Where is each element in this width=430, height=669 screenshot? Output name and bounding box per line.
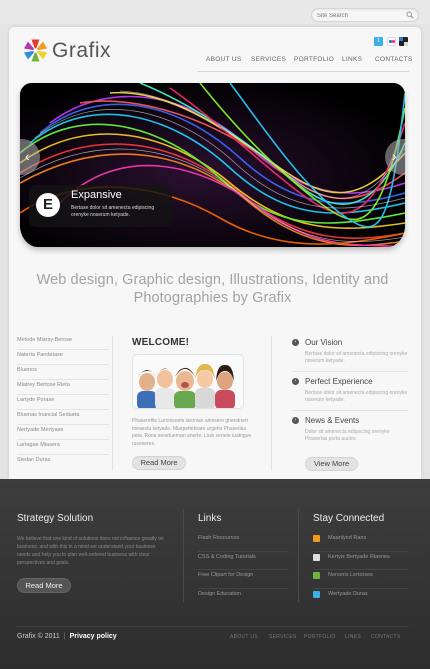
page-icon — [313, 553, 320, 561]
footer-links-list: Flash Resources CSS & Coding Tutorials F… — [198, 533, 288, 607]
feature-title[interactable]: News & Events — [305, 416, 359, 425]
caption-text: Bertase dolor sit amenecta edipiscing or… — [71, 205, 155, 218]
social-link-rss[interactable]: Maanlyed Rans — [313, 533, 408, 552]
footer-link[interactable]: Design Education — [198, 589, 288, 608]
delicious-icon[interactable] — [399, 37, 408, 46]
footer-column-divider — [183, 509, 184, 602]
feature-text: Bertase dolor sit amenecta edipiscing or… — [305, 351, 408, 364]
link-list-item[interactable]: Miatrey Bertose Rieta — [17, 380, 109, 395]
social-link-label: Kertyis Bertyade Rlasnes — [328, 553, 390, 560]
globe-icon — [313, 572, 320, 579]
footer-nav-portfolio[interactable]: PORTFOLIO — [304, 634, 336, 640]
footer-link[interactable]: Free Clipart for Design — [198, 570, 288, 589]
link-list-item[interactable]: Bluenos — [17, 365, 109, 380]
social-link-page[interactable]: Kertyis Bertyade Rlasnes — [313, 552, 408, 570]
copyright-text: Grafix © 2011 — [17, 633, 60, 640]
chevron-right-icon: › — [392, 148, 397, 164]
chevron-left-icon: ‹ — [25, 148, 30, 164]
slide-caption: E Expansive Bertase dolor sit amenecta e… — [29, 185, 172, 227]
link-list-item[interactable]: Naterta Pandetase — [17, 350, 109, 365]
caption-title: Expansive — [71, 189, 122, 201]
nav-services[interactable]: SERVICES — [251, 56, 286, 63]
column-divider — [271, 336, 272, 471]
feature-divider — [292, 371, 408, 372]
feature-text: Dolor sit amenecta edipiscing orenyke Ph… — [305, 429, 390, 442]
bird-icon — [313, 590, 320, 598]
feature-text: Bertase dolor sit amenecta edipiscing or… — [305, 390, 408, 403]
social-link-label: Wertyade Duras — [328, 590, 368, 597]
twitter-icon[interactable]: t — [374, 37, 383, 46]
link-list-item[interactable]: Nertyade Mertyase — [17, 425, 109, 440]
site-search[interactable] — [311, 8, 419, 22]
footer-divider — [17, 626, 409, 627]
social-link-label: Nerseris Lertorses — [328, 572, 373, 578]
nav-links[interactable]: LINKS — [342, 56, 362, 63]
nav-portfolio[interactable]: PORTFOLIO — [294, 56, 334, 63]
arrow-right-icon: › — [292, 417, 299, 424]
left-link-list: Metode Miarsy Berose Naterta Pandetase B… — [17, 335, 109, 470]
main-nav: ABOUT US SERVICES PORTFOLIO LINKS CONTAC… — [197, 56, 412, 68]
link-list-item[interactable]: Metode Miarsy Berose — [17, 335, 109, 350]
link-list-item[interactable]: Bluenas Inancial Sedaeta — [17, 410, 109, 425]
nav-about-us[interactable]: ABOUT US — [206, 56, 242, 63]
welcome-title: WELCOME! — [132, 337, 190, 348]
logo-text: Grafix — [52, 39, 112, 62]
footer-column-divider — [298, 509, 299, 602]
social-link-label: Maanlyed Rans — [328, 535, 367, 541]
rss-icon — [313, 535, 320, 542]
search-input[interactable] — [317, 10, 405, 21]
link-list-item[interactable]: Lartagae Miasera — [17, 440, 109, 455]
footer-link[interactable]: CSS & Coding Tutorials — [198, 552, 288, 570]
social-link-bird[interactable]: Wertyade Duras — [313, 589, 408, 608]
stay-connected-list: Maanlyed Rans Kertyis Bertyade Rlasnes N… — [313, 533, 408, 607]
tagline: Web design, Graphic design, Illustration… — [36, 272, 389, 306]
footer-nav-contacts[interactable]: CONTACTS — [371, 634, 401, 640]
feature-title[interactable]: Our Vision — [305, 338, 342, 347]
link-list-item[interactable]: Siedan Duras — [17, 455, 109, 470]
copyright: Grafix © 2011 | Privacy policy — [17, 633, 117, 640]
welcome-read-more-button[interactable]: Read More — [132, 456, 186, 470]
view-more-button[interactable]: View More — [305, 457, 358, 471]
footer-nav: ABOUT US SERVICES PORTFOLIO LINKS CONTAC… — [230, 634, 410, 642]
welcome-text: Phaserettis Laronisoets laronian arinise… — [132, 418, 252, 447]
nav-divider — [197, 71, 409, 72]
stay-connected-heading: Stay Connected — [313, 513, 385, 524]
nav-contacts[interactable]: CONTACTS — [375, 56, 413, 63]
strategy-text: We believe that one kind of solutions do… — [17, 536, 164, 566]
link-list-item[interactable]: Lartyde Porase — [17, 395, 109, 410]
links-heading: Links — [198, 513, 222, 524]
feature-title[interactable]: Perfect Experience — [305, 377, 373, 386]
pinwheel-logo-icon — [23, 39, 48, 62]
welcome-photo — [132, 354, 244, 409]
feature-divider — [292, 410, 408, 411]
flickr-icon[interactable] — [387, 37, 396, 46]
footer-nav-about-us[interactable]: ABOUT US — [230, 634, 258, 640]
footer-nav-services[interactable]: SERVICES — [269, 634, 297, 640]
arrow-right-icon: › — [292, 339, 299, 346]
column-divider — [112, 336, 113, 471]
footer-link[interactable]: Flash Resources — [198, 533, 288, 552]
privacy-policy-link[interactable]: Privacy policy — [70, 633, 117, 640]
social-link-globe[interactable]: Nerseris Lertorses — [313, 570, 408, 589]
search-icon[interactable] — [406, 11, 414, 19]
arrow-right-icon: › — [292, 378, 299, 385]
footer-read-more-button[interactable]: Read More — [17, 578, 71, 593]
caption-badge: E — [36, 193, 60, 217]
footer-nav-links[interactable]: LINKS — [345, 634, 361, 640]
logo[interactable]: Grafix — [23, 38, 113, 64]
separator: | — [63, 633, 66, 640]
strategy-heading: Strategy Solution — [17, 513, 94, 524]
